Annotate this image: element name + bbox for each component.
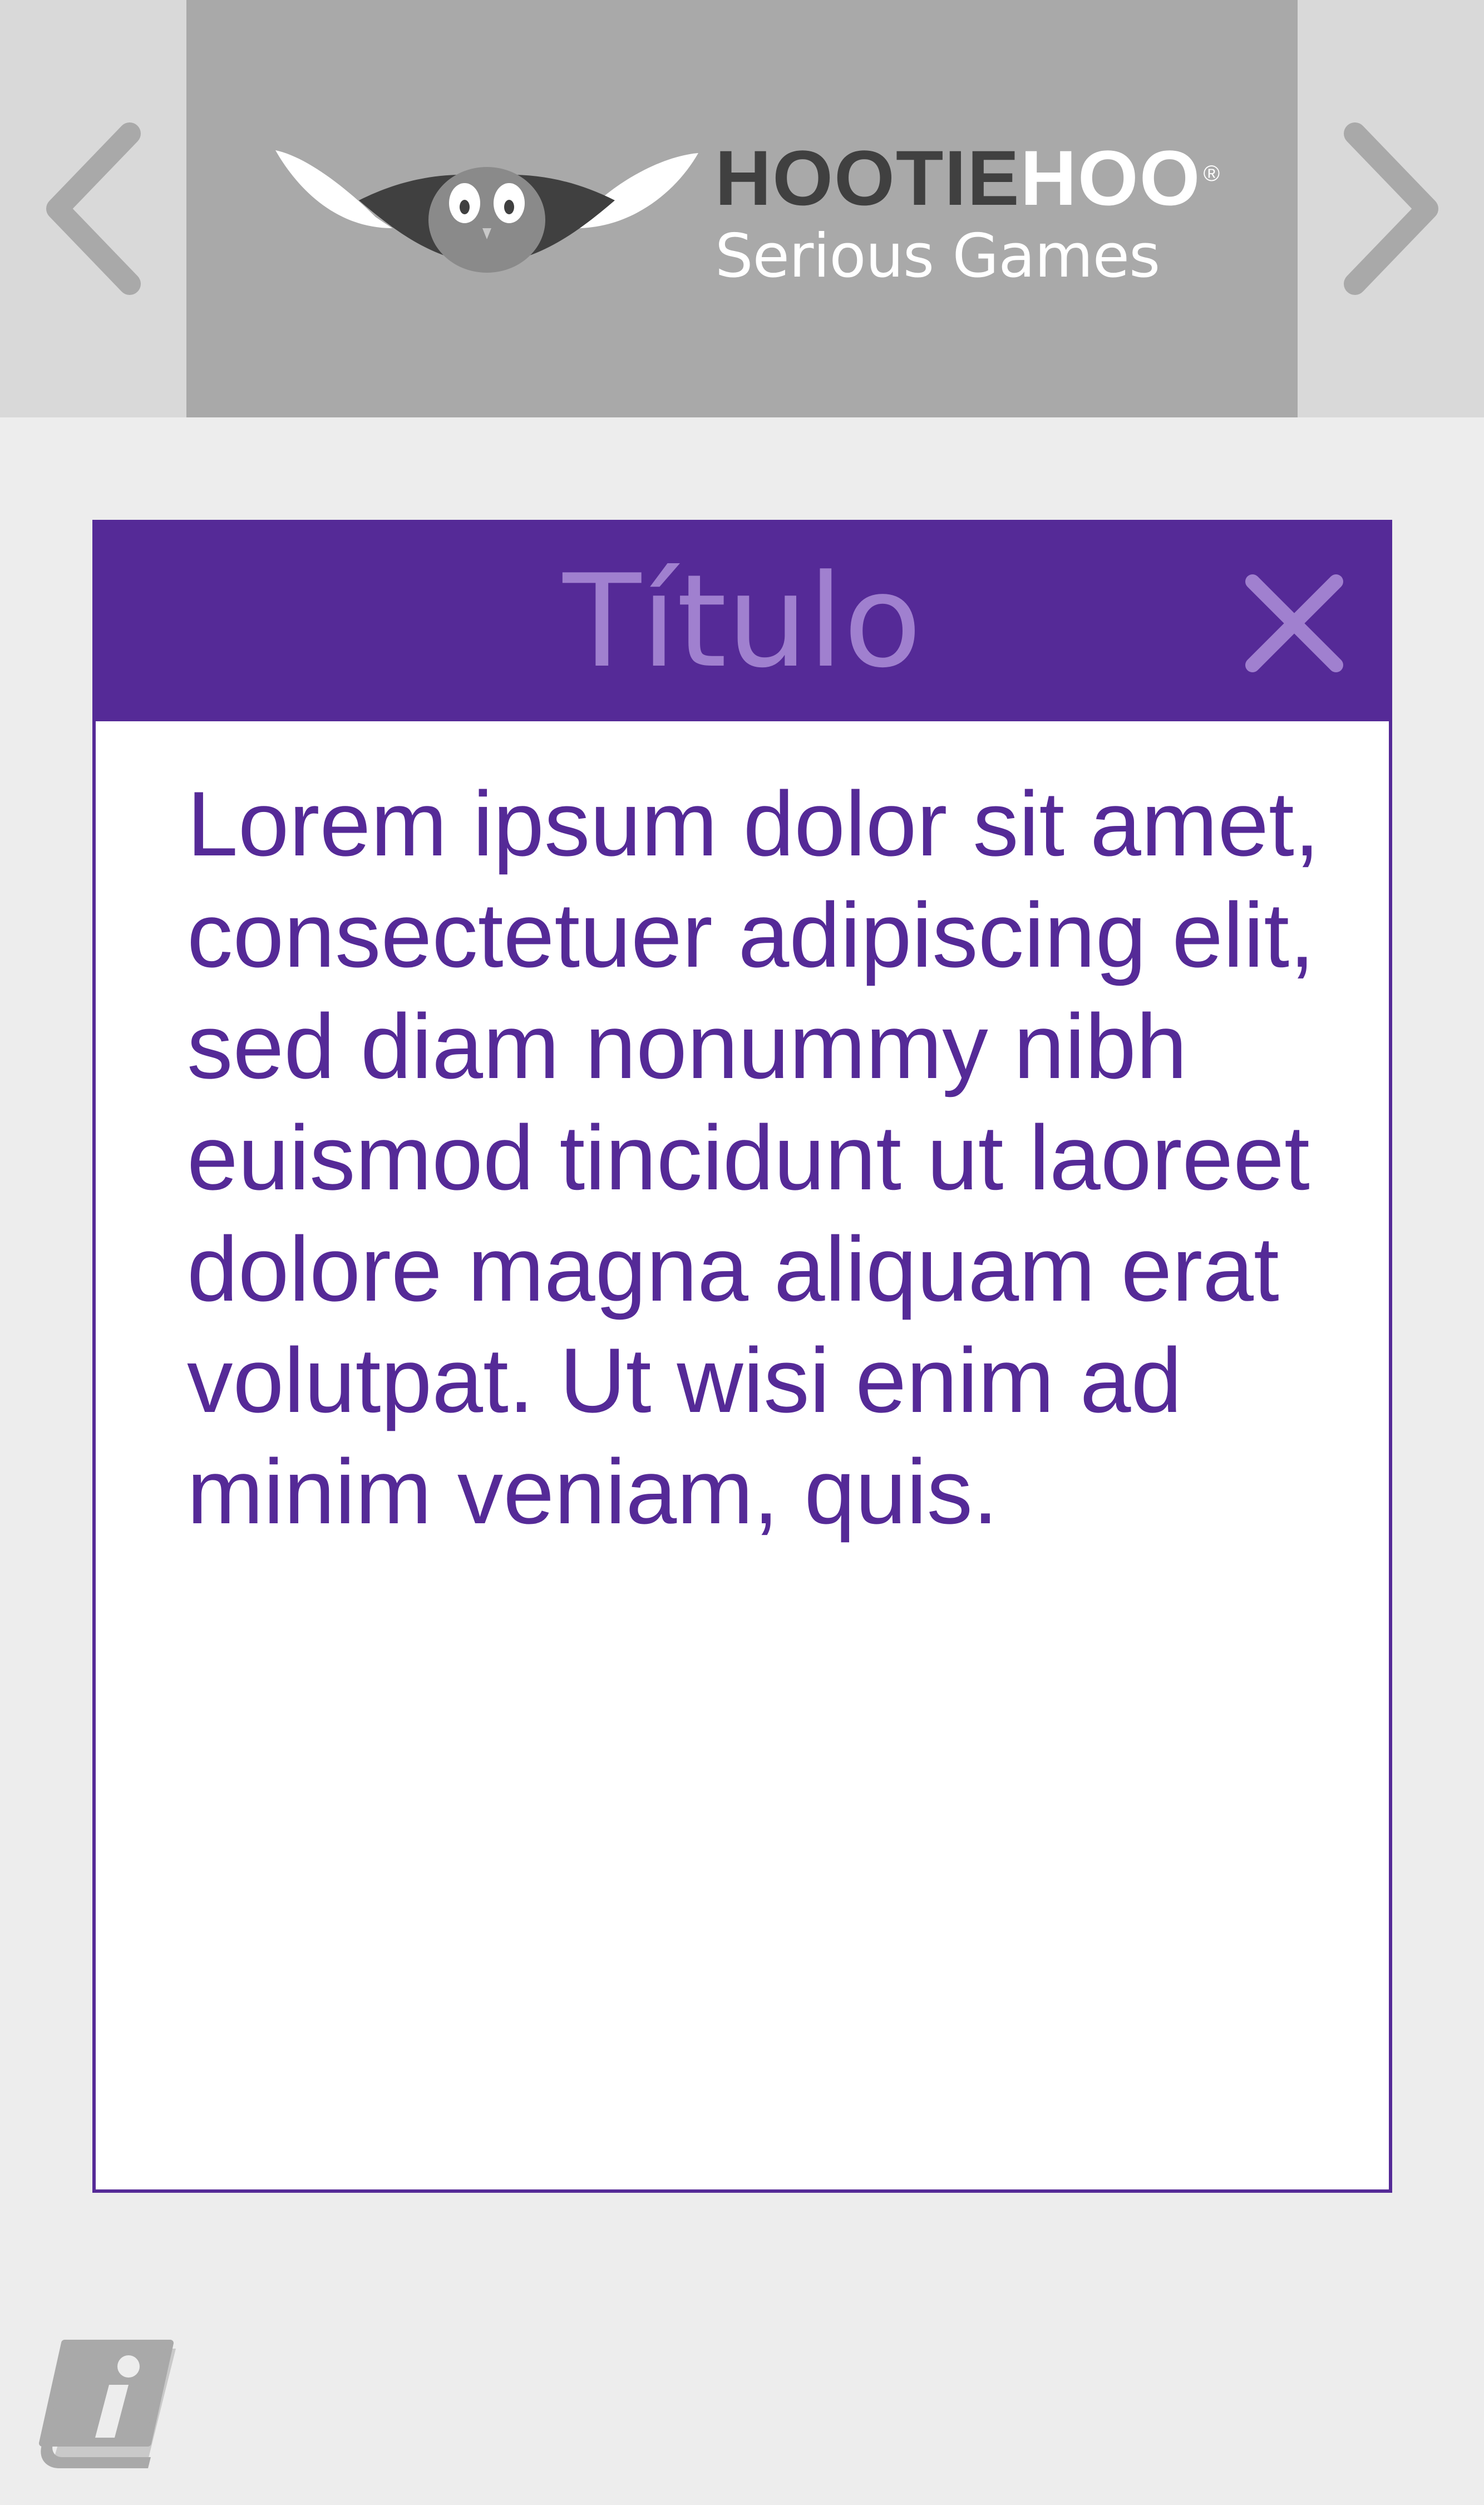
brand-name-part-2: HOO bbox=[1020, 134, 1201, 222]
brand-name-part-1: HOOTIE bbox=[715, 134, 1020, 222]
logo-banner: HOOTIEHOO ® Serious Games bbox=[186, 0, 1298, 417]
brand-name: HOOTIEHOO ® bbox=[715, 139, 1220, 217]
close-icon[interactable] bbox=[1239, 568, 1350, 679]
chevron-right-icon bbox=[1343, 122, 1438, 295]
previous-button[interactable] bbox=[0, 0, 186, 417]
content-dialog: Título Lorem ipsum dolor sit amet, conse… bbox=[92, 520, 1392, 2193]
brand-tagline: Serious Games bbox=[715, 222, 1160, 291]
registered-mark: ® bbox=[1203, 161, 1221, 186]
dialog-header: Título bbox=[96, 523, 1389, 721]
owl-logo-icon bbox=[275, 150, 698, 273]
chevron-left-icon bbox=[46, 122, 141, 295]
app-header: HOOTIEHOO ® Serious Games bbox=[0, 0, 1484, 417]
logo-wordmark: HOOTIEHOO ® Serious Games bbox=[715, 139, 1220, 293]
next-button[interactable] bbox=[1298, 0, 1484, 417]
dialog-title: Título bbox=[563, 548, 922, 696]
info-book-icon[interactable] bbox=[37, 2332, 181, 2471]
dialog-body-text: Lorem ipsum dolor sit amet, consectetuer… bbox=[187, 772, 1320, 1543]
